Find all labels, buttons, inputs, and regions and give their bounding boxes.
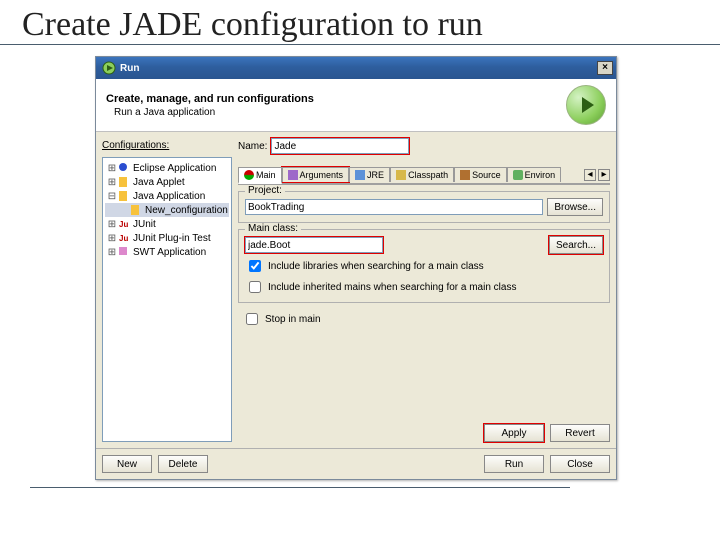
tab-source[interactable]: Source bbox=[454, 167, 507, 182]
j-icon bbox=[131, 205, 143, 215]
slide-rule bbox=[30, 487, 570, 488]
tree-node-java-application[interactable]: ⊟ Java Application bbox=[105, 189, 229, 203]
tree-node-junit[interactable]: ⊞JuJUnit bbox=[105, 217, 229, 231]
new-button[interactable]: New bbox=[102, 455, 152, 473]
delete-button[interactable]: Delete bbox=[158, 455, 208, 473]
jre-tab-icon bbox=[355, 170, 365, 180]
project-input[interactable] bbox=[245, 199, 543, 215]
tab-environ[interactable]: Environ bbox=[507, 167, 562, 182]
tree-node-label: Eclipse Application bbox=[133, 163, 216, 174]
include-inherited-label: Include inherited mains when searching f… bbox=[268, 282, 516, 293]
tab-label: JRE bbox=[367, 170, 384, 180]
configurations-pane: Configurations: ⊞ Eclipse Application ⊞ Jav… bbox=[102, 138, 232, 442]
ju-icon: Ju bbox=[119, 219, 131, 229]
name-input[interactable] bbox=[271, 138, 409, 154]
project-group: Project: Browse... bbox=[238, 191, 610, 223]
search-button[interactable]: Search... bbox=[549, 236, 603, 254]
browse-button[interactable]: Browse... bbox=[547, 198, 603, 216]
name-label: Name: bbox=[238, 141, 267, 152]
tree-node-label: JUnit bbox=[133, 219, 156, 230]
mainclass-group: Main class: Search... Include libraries … bbox=[238, 229, 610, 303]
tab-label: Source bbox=[472, 170, 501, 180]
tree-node-label: New_configuration bbox=[145, 205, 228, 216]
tab-scroll-left-icon[interactable]: ◂ bbox=[584, 169, 596, 181]
tree-node-junit-plug-in-test[interactable]: ⊞JuJUnit Plug-in Test bbox=[105, 231, 229, 245]
tree-node-label: Java Application bbox=[133, 191, 205, 202]
close-button[interactable]: × bbox=[597, 61, 613, 75]
env-tab-icon bbox=[513, 170, 523, 180]
dialog-title: Run bbox=[120, 63, 139, 74]
tab-label: Classpath bbox=[408, 170, 448, 180]
tab-label: Main bbox=[256, 170, 276, 180]
play-icon bbox=[566, 85, 606, 125]
tab-label: Environ bbox=[525, 170, 556, 180]
twisty-icon[interactable]: ⊞ bbox=[107, 177, 117, 188]
eclipse-icon bbox=[119, 163, 131, 173]
main-tab-icon bbox=[244, 170, 254, 180]
titlebar: Run × bbox=[96, 57, 616, 79]
tab-scroll: ◂▸ bbox=[584, 169, 610, 181]
tree-node-label: SWT Application bbox=[133, 247, 206, 258]
configurations-label: Configurations: bbox=[102, 140, 232, 151]
dialog-header: Create, manage, and run configurations R… bbox=[96, 79, 616, 132]
ju-icon: Ju bbox=[119, 233, 131, 243]
run-icon bbox=[102, 61, 116, 75]
tab-classpath[interactable]: Classpath bbox=[390, 167, 454, 182]
header-heading: Create, manage, and run configurations bbox=[106, 93, 314, 105]
args-tab-icon bbox=[288, 170, 298, 180]
twisty-icon[interactable]: ⊞ bbox=[107, 247, 117, 258]
stop-in-main-checkbox[interactable] bbox=[246, 313, 258, 325]
mainclass-group-title: Main class: bbox=[245, 223, 301, 234]
twisty-icon[interactable]: ⊞ bbox=[107, 163, 117, 174]
tab-arguments[interactable]: Arguments bbox=[282, 167, 350, 182]
config-details: Name: Main Arguments JRE Classpath Source Env… bbox=[238, 138, 610, 442]
cp-tab-icon bbox=[396, 170, 406, 180]
slide-title: Create JADE configuration to run bbox=[0, 0, 720, 45]
tree-node-swt-application[interactable]: ⊞ SWT Application bbox=[105, 245, 229, 259]
j-icon bbox=[119, 191, 131, 201]
dialog-footer: New Delete Run Close bbox=[96, 448, 616, 479]
tab-jre[interactable]: JRE bbox=[349, 167, 390, 182]
tab-scroll-right-icon[interactable]: ▸ bbox=[598, 169, 610, 181]
tree-node-eclipse-application[interactable]: ⊞ Eclipse Application bbox=[105, 161, 229, 175]
header-sub: Run a Java application bbox=[114, 107, 314, 118]
j-icon bbox=[119, 177, 131, 187]
project-group-title: Project: bbox=[245, 185, 285, 196]
stop-in-main-label: Stop in main bbox=[265, 314, 321, 325]
twisty-icon[interactable]: ⊟ bbox=[107, 191, 117, 202]
tab-label: Arguments bbox=[300, 170, 344, 180]
tree-node-new_configuration[interactable]: New_configuration bbox=[105, 203, 229, 217]
twisty-icon[interactable]: ⊞ bbox=[107, 219, 117, 230]
mainclass-input[interactable] bbox=[245, 237, 383, 253]
include-libs-checkbox[interactable] bbox=[249, 260, 261, 272]
run-button[interactable]: Run bbox=[484, 455, 544, 473]
apply-button[interactable]: Apply bbox=[484, 424, 544, 442]
swt-icon bbox=[119, 247, 131, 257]
tree-node-label: Java Applet bbox=[133, 177, 185, 188]
tab-bar: Main Arguments JRE Classpath Source Environ ◂▸ bbox=[238, 166, 610, 185]
src-tab-icon bbox=[460, 170, 470, 180]
revert-button[interactable]: Revert bbox=[550, 424, 610, 442]
tab-main[interactable]: Main bbox=[238, 167, 282, 184]
include-libs-label: Include libraries when searching for a m… bbox=[268, 261, 484, 272]
twisty-icon[interactable]: ⊞ bbox=[107, 233, 117, 244]
close-dialog-button[interactable]: Close bbox=[550, 455, 610, 473]
tree-node-label: JUnit Plug-in Test bbox=[133, 233, 211, 244]
run-dialog: Run × Create, manage, and run configurat… bbox=[95, 56, 617, 480]
tree-node-java-applet[interactable]: ⊞ Java Applet bbox=[105, 175, 229, 189]
include-inherited-checkbox[interactable] bbox=[249, 281, 261, 293]
configurations-tree[interactable]: ⊞ Eclipse Application ⊞ Java Applet ⊟ Java Ap… bbox=[102, 157, 232, 442]
